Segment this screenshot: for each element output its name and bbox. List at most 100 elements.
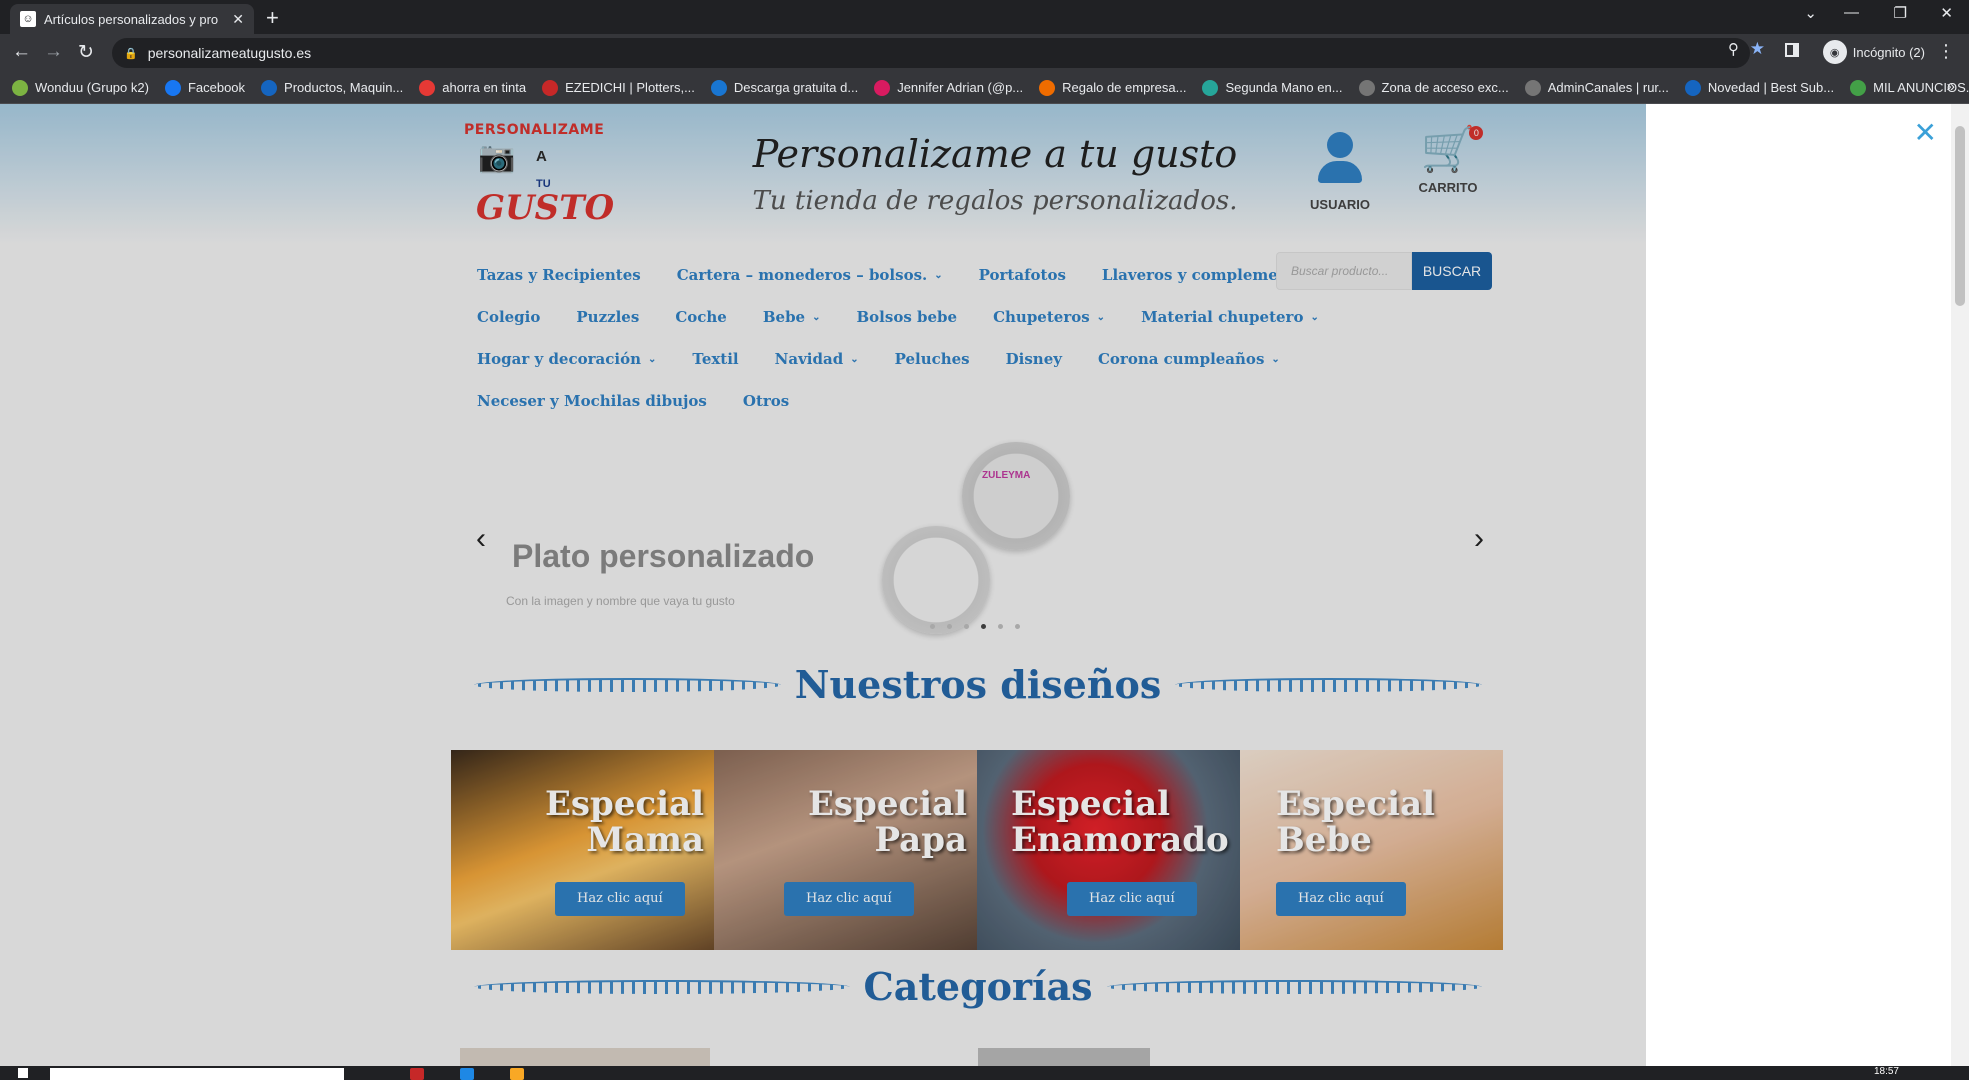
menu-item[interactable]: Colegio [477, 308, 540, 326]
bookmark-label: Wonduu (Grupo k2) [35, 80, 149, 95]
new-tab-icon[interactable]: + [266, 5, 279, 31]
design-card[interactable]: Especial Papa Haz clic aquí [714, 750, 977, 950]
slider-dot[interactable] [998, 624, 1003, 629]
menu-item[interactable]: Bebe ⌄ [763, 308, 821, 326]
design-card-button[interactable]: Haz clic aquí [1067, 882, 1197, 916]
design-card-button[interactable]: Haz clic aquí [1276, 882, 1406, 916]
side-panel-icon[interactable] [1785, 43, 1799, 57]
windows-start-icon[interactable] [18, 1068, 28, 1078]
ink-icon [419, 79, 436, 96]
bookmark-item[interactable]: Segunda Mano en... [1202, 79, 1343, 96]
category-thumbnail[interactable] [460, 1048, 710, 1066]
menu-item[interactable]: Peluches [895, 350, 970, 368]
menu-item-label: Material chupetero [1141, 308, 1304, 326]
menu-item[interactable]: Coche [675, 308, 727, 326]
section-designs-heading: Nuestros diseños [460, 662, 1496, 707]
menu-item[interactable]: Hogar y decoración ⌄ [477, 350, 656, 368]
menu-item[interactable]: Portafotos [979, 266, 1066, 284]
page-scrollbar[interactable] [1951, 104, 1969, 1066]
bookmark-item[interactable]: EZEDICHI | Plotters,... [542, 79, 695, 96]
design-card-title-line: Mama [586, 820, 705, 860]
zoom-magnifier-icon[interactable]: ⚲ [1728, 40, 1739, 58]
slider-dot[interactable] [1015, 624, 1020, 629]
cart-link[interactable]: 🛒 0 CARRITO [1408, 124, 1488, 195]
menu-item[interactable]: Puzzles [576, 308, 639, 326]
minimize-icon[interactable]: — [1844, 4, 1859, 21]
menu-item[interactable]: Tazas y Recipientes [477, 266, 641, 284]
reload-icon[interactable]: ↻ [78, 41, 94, 64]
slider-dot[interactable] [947, 624, 952, 629]
design-card[interactable]: Especial Bebe Haz clic aquí [1240, 750, 1503, 950]
slider-dot[interactable] [964, 624, 969, 629]
slider-next-icon[interactable]: › [1474, 522, 1484, 556]
slider-prev-icon[interactable]: ‹ [476, 522, 486, 556]
bookmark-item[interactable]: ahorra en tinta [419, 79, 526, 96]
menu-item-label: Puzzles [576, 308, 640, 326]
slide-title: Plato personalizado [512, 538, 815, 574]
design-card[interactable]: Especial Mama Haz clic aquí [451, 750, 714, 950]
taskbar-search[interactable] [50, 1068, 344, 1080]
menu-item[interactable]: Cartera – monederos – bolsos. ⌄ [677, 266, 943, 284]
product-search: BUSCAR [1276, 252, 1492, 290]
scrollbar-thumb[interactable] [1955, 126, 1965, 306]
menu-row: Neceser y Mochilas dibujos Otros [477, 380, 1257, 422]
restore-icon[interactable]: ❐ [1894, 4, 1907, 22]
design-card-title-line: Bebe [1276, 820, 1372, 860]
menu-item[interactable]: Corona cumpleaños ⌄ [1098, 350, 1280, 368]
forward-icon[interactable]: → [44, 41, 63, 63]
user-icon [1327, 132, 1353, 158]
bookmark-item[interactable]: Regalo de empresa... [1039, 79, 1186, 96]
bookmark-item[interactable]: Descarga gratuita d... [710, 79, 858, 96]
slider-dot[interactable] [930, 624, 935, 629]
category-thumbnail[interactable] [978, 1048, 1150, 1066]
menu-item[interactable]: Bolsos bebe [857, 308, 958, 326]
tab-close-icon[interactable]: ✕ [232, 11, 244, 28]
menu-item[interactable]: Disney [1006, 350, 1062, 368]
menu-item[interactable]: Navidad ⌄ [775, 350, 859, 368]
menu-item[interactable]: Textil [692, 350, 738, 368]
tab-search-icon[interactable]: ⌄ [1804, 4, 1817, 22]
slider-dot[interactable] [981, 624, 986, 629]
user-account-link[interactable]: USUARIO [1300, 132, 1380, 212]
slide-subtitle: Con la imagen y nombre que vaya tu gusto [506, 594, 735, 608]
design-card-button[interactable]: Haz clic aquí [784, 882, 914, 916]
site-title: Personalizame a tu gusto [752, 132, 1238, 176]
incognito-profile[interactable]: ◉ Incógnito (2) [1822, 40, 1925, 64]
search-input[interactable] [1276, 252, 1412, 290]
back-icon[interactable]: ← [12, 41, 31, 63]
design-card[interactable]: Especial Enamorado Haz clic aquí [977, 750, 1240, 950]
wave-divider-left [474, 979, 850, 994]
drawer-close-icon[interactable]: ✕ [1914, 116, 1937, 149]
bookmark-item[interactable]: Productos, Maquin... [261, 79, 403, 96]
chevron-down-icon: ⌄ [934, 269, 943, 281]
bookmark-item[interactable]: Facebook [164, 79, 245, 96]
bookmark-item[interactable]: Wonduu (Grupo k2) [12, 79, 149, 96]
taskbar-folder-icon[interactable] [510, 1068, 524, 1080]
design-card-title-line: Especial [1276, 784, 1436, 824]
menu-item[interactable]: Otros [743, 392, 789, 410]
menu-item[interactable]: Material chupetero ⌄ [1141, 308, 1319, 326]
bookmark-item[interactable]: AdminCanales | rur... [1524, 79, 1669, 96]
wave-divider-right [1175, 677, 1483, 692]
site-logo[interactable]: PERSONALIZAME 📷 A TU GUSTO [464, 122, 614, 232]
bookmarks-overflow-icon[interactable]: » [1947, 78, 1955, 95]
taskbar-app-icon[interactable] [460, 1068, 474, 1080]
search-button[interactable]: BUSCAR [1412, 252, 1492, 290]
menu-item[interactable]: Chupeteros ⌄ [993, 308, 1105, 326]
incognito-icon: ◉ [1822, 40, 1847, 64]
window-close-icon[interactable]: ✕ [1940, 4, 1953, 22]
address-bar[interactable]: 🔒 personalizameatugusto.es [112, 38, 1750, 68]
bookmark-star-icon[interactable]: ★ [1750, 39, 1765, 59]
bookmark-item[interactable]: Zona de acceso exc... [1358, 79, 1509, 96]
browser-menu-icon[interactable]: ⋮ [1937, 41, 1955, 62]
bookmark-item[interactable]: Jennifer Adrian (@p... [874, 79, 1023, 96]
bookmark-item[interactable]: Novedad | Best Sub... [1684, 79, 1834, 96]
browser-tab[interactable]: ☺ Artículos personalizados y pro ✕ [10, 4, 254, 34]
menu-row: Colegio Puzzles Coche Bebe ⌄ Bolsos bebe Chupe… [477, 296, 1319, 338]
camera-mascot-icon: 📷 [478, 141, 516, 174]
menu-item[interactable]: Neceser y Mochilas dibujos [477, 392, 707, 410]
design-card-button[interactable]: Haz clic aquí [555, 882, 685, 916]
design-card-title: Especial Mama [545, 786, 704, 858]
taskbar-app-icon[interactable] [410, 1068, 424, 1080]
plate-name-text: ZULEYMA [982, 470, 1031, 481]
